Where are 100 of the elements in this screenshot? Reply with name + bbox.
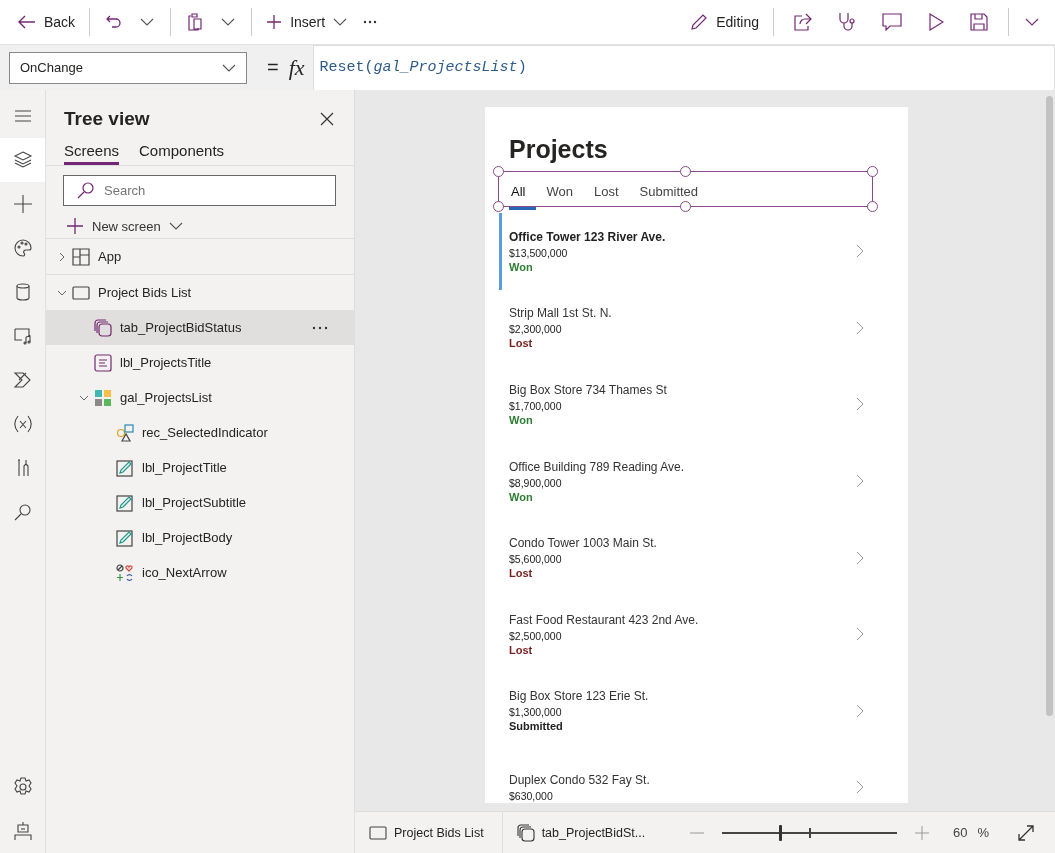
project-row[interactable]: Big Box Store 123 Erie St. $1,300,000 Submitted [509, 672, 884, 750]
tabs-icon [516, 823, 535, 842]
back-button[interactable]: Back [14, 10, 80, 34]
app-icon [72, 247, 90, 266]
caret-icon [222, 63, 236, 72]
share-icon[interactable] [794, 13, 812, 31]
close-icon[interactable] [320, 112, 334, 126]
zoom-slider[interactable] [721, 824, 897, 841]
layers-icon [12, 150, 33, 170]
chevron-icon[interactable] [856, 474, 864, 489]
project-status: Lost [509, 643, 533, 656]
edit-label-icon [116, 458, 134, 477]
project-title: Big Box Store 734 Thames St [509, 383, 667, 397]
caret-icon[interactable] [1025, 18, 1039, 26]
search-field[interactable]: Search [63, 175, 336, 206]
zoom-value: 60 [952, 825, 968, 840]
bot-icon [12, 821, 33, 841]
caret-icon [333, 18, 348, 26]
tree-item[interactable]: lbl_ProjectsTitle [46, 345, 354, 380]
insert-button[interactable]: Insert [262, 10, 352, 34]
scrollbar[interactable] [1046, 96, 1053, 716]
tree-item[interactable]: tab_ProjectBidStatus [46, 310, 354, 345]
play-icon[interactable] [928, 13, 944, 31]
save-icon[interactable] [970, 13, 988, 31]
formula-field[interactable]: Reset(gal_ProjectsList) [312, 44, 1055, 91]
tree-item[interactable]: lbl_ProjectBody [46, 520, 354, 555]
label-icon [94, 353, 112, 372]
caret-icon[interactable] [221, 18, 236, 26]
tree-item[interactable]: ico_NextArrow [46, 555, 354, 590]
project-amount: $630,000 [509, 789, 553, 802]
fx-label: fx [288, 54, 305, 81]
project-row[interactable]: Big Box Store 734 Thames St $1,700,000 Won [509, 366, 884, 443]
rail-button[interactable] [0, 138, 45, 182]
project-amount: $1,300,000 [509, 706, 562, 719]
paste-icon[interactable] [187, 13, 204, 31]
project-row[interactable]: Fast Food Restaurant 423 2nd Ave. $2,500,000 Lost [509, 595, 884, 673]
caret-icon[interactable] [140, 18, 155, 26]
tree-item[interactable]: lbl_ProjectTitle [46, 450, 354, 485]
project-title: Fast Food Restaurant 423 2nd Ave. [509, 612, 699, 627]
search-icon [12, 502, 33, 522]
breadcrumb[interactable]: tab_ProjectBidSt... [502, 812, 664, 853]
panel-title: Tree view [64, 108, 150, 130]
chevron-icon[interactable] [57, 251, 67, 262]
project-row[interactable]: Office Tower 123 River Ave. $13,500,000 Won [509, 213, 884, 290]
new-screen-button[interactable]: New screen [66, 214, 183, 238]
more-icon[interactable] [363, 20, 378, 24]
automate-icon [12, 370, 33, 390]
gallery-icon [94, 388, 112, 407]
tabs-icon [94, 318, 112, 337]
screen-icon [72, 283, 90, 302]
project-row[interactable]: Strip Mall 1st St. N. $2,300,000 Lost [509, 289, 884, 367]
filter-tab[interactable]: All [509, 174, 537, 210]
zoom-unit: % [977, 825, 989, 840]
breadcrumb[interactable]: Project Bids List [355, 812, 503, 853]
chevron-icon[interactable] [856, 780, 864, 795]
project-title: Office Building 789 Reading Ave. [509, 459, 684, 474]
more-icon[interactable] [312, 325, 328, 330]
tree-item[interactable]: App [46, 238, 354, 274]
filter-tab[interactable]: Submitted [637, 174, 710, 210]
project-row[interactable]: Duplex Condo 532 Fay St. $630,000 [509, 749, 884, 803]
caret-icon [168, 222, 183, 230]
project-amount: $1,700,000 [509, 400, 562, 412]
project-status: Won [509, 414, 533, 426]
screen-icon [369, 825, 387, 840]
screen-title: Projects [509, 135, 609, 164]
media-icon [12, 326, 33, 346]
filter-tab[interactable]: Won [544, 174, 584, 210]
stethoscope-icon[interactable] [838, 12, 856, 32]
panel-tab[interactable]: Components [139, 142, 225, 165]
chevron-icon[interactable] [856, 244, 864, 259]
tree-item[interactable]: lbl_ProjectSubtitle [46, 485, 354, 520]
chevron-icon[interactable] [856, 320, 864, 335]
tree-item[interactable]: rec_SelectedIndicator [46, 415, 354, 450]
edit-label-icon [116, 528, 134, 547]
chevron-icon[interactable] [856, 703, 864, 718]
chevron-icon[interactable] [856, 397, 864, 412]
project-status: Won [509, 260, 533, 273]
settings-icon [12, 777, 33, 797]
comment-icon[interactable] [882, 13, 902, 31]
project-title: Duplex Condo 532 Fay St. [509, 772, 650, 787]
editing-button[interactable]: Editing [686, 9, 763, 35]
undo-icon[interactable] [106, 14, 123, 30]
property-dropdown[interactable]: OnChange [9, 51, 247, 84]
expand-icon[interactable] [1017, 823, 1035, 842]
variables-icon [12, 414, 33, 434]
panel-tab[interactable]: Screens [64, 142, 120, 165]
filter-tab[interactable]: Lost [591, 174, 630, 210]
edit-label-icon [116, 493, 134, 512]
project-status: Lost [509, 337, 533, 350]
project-amount: $13,500,000 [509, 246, 568, 259]
chevron-icon[interactable] [856, 627, 864, 642]
tree-item[interactable]: gal_ProjectsList [46, 380, 354, 415]
project-row[interactable]: Condo Tower 1003 Main St. $5,600,000 Lost [509, 519, 884, 596]
selection-frame[interactable] [492, 165, 879, 213]
icons-icon [116, 563, 134, 582]
back-arrow-icon [18, 15, 36, 29]
chevron-icon[interactable] [856, 550, 864, 565]
pencil-icon [690, 13, 709, 31]
project-row[interactable]: Office Building 789 Reading Ave. $8,900,000 Won [509, 442, 884, 520]
shapes-icon [116, 423, 134, 442]
